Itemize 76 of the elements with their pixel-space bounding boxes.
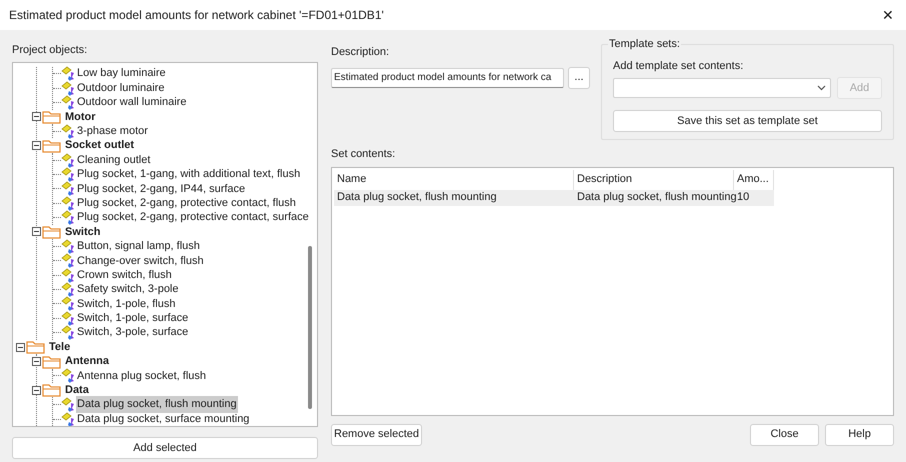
browse-button[interactable]: ... <box>568 66 590 88</box>
description-field[interactable]: Estimated product model amounts for network ca <box>331 68 564 88</box>
tree-item[interactable]: Switch, 1-pole, flush <box>76 296 176 312</box>
tree-item[interactable]: Outdoor luminaire <box>76 80 166 96</box>
tree-folder[interactable]: Tele <box>47 338 70 356</box>
table-row[interactable]: Data plug socket, flush mounting Data plug socket, flush mounting10 <box>334 190 774 206</box>
table-cell-text: Data plug socket, flush mounting <box>576 190 734 206</box>
remove-selected-button[interactable]: Remove selected <box>331 424 422 446</box>
folder-icon <box>42 354 62 368</box>
product-icon <box>61 282 76 298</box>
product-icon <box>61 412 76 426</box>
product-icon <box>61 253 76 268</box>
tree-folder[interactable]: Data <box>63 382 89 399</box>
folder-icon <box>42 224 62 239</box>
product-icon <box>61 296 76 312</box>
group-title: Template sets: <box>608 37 681 52</box>
tree-item[interactable]: Switch, 1-pole, surface <box>76 310 190 327</box>
dialog-button[interactable]: Help <box>825 424 894 446</box>
collapse-toggle[interactable] <box>32 386 41 395</box>
tree-item[interactable]: Safety switch, 3-pole <box>76 281 180 298</box>
table-cell-text: 10 <box>736 190 750 206</box>
product-icon <box>61 210 76 226</box>
tree-item[interactable]: Crown switch, flush <box>76 266 173 284</box>
collapse-toggle[interactable] <box>32 357 41 366</box>
field-label: Description: <box>331 45 390 60</box>
tree-folder[interactable]: Motor <box>63 108 96 126</box>
tree-folder[interactable]: Switch <box>63 224 100 240</box>
tree-item[interactable]: 3-phase motor <box>76 123 149 140</box>
product-icon <box>61 268 76 283</box>
tree-item[interactable]: Change-over switch, flush <box>76 252 205 270</box>
tree-item[interactable]: Button, signal lamp, flush <box>76 238 201 255</box>
product-icon <box>61 80 76 96</box>
tree-item[interactable]: Cleaning outlet <box>76 152 152 168</box>
collapse-toggle[interactable] <box>32 112 41 122</box>
folder-icon <box>26 340 46 354</box>
product-icon <box>61 94 76 110</box>
folder-icon <box>42 383 62 398</box>
tree-item[interactable]: Plug socket, 1-gang, with additional text, flush <box>76 166 302 183</box>
tree-item[interactable]: Plug socket, 2-gang, protective contact, flush <box>76 194 297 212</box>
collapse-toggle[interactable] <box>32 141 41 150</box>
folder-icon <box>42 138 62 153</box>
product-icon <box>61 181 76 196</box>
table-cell-text: Data plug socket, flush mounting <box>336 190 498 206</box>
tree-item[interactable]: Data plug socket, flush mounting <box>76 396 238 413</box>
window-title: Estimated product model amounts for network cabinet '=FD01+01DB1' <box>9 7 384 24</box>
tree-folder[interactable]: Socket outlet <box>63 137 134 154</box>
section-label: Project objects: <box>12 43 88 58</box>
save-template-button[interactable]: Save this set as template set <box>613 110 882 132</box>
add-selected-button[interactable]: Add selected <box>12 437 318 460</box>
tree-item[interactable]: Outdoor wall luminaire <box>76 94 188 111</box>
collapse-toggle[interactable] <box>32 227 41 236</box>
section-label: Set contents: <box>331 147 396 162</box>
tree-item[interactable]: Antenna plug socket, flush <box>76 368 208 384</box>
scrollbar-thumb[interactable] <box>308 246 312 408</box>
tree-item[interactable]: Plug socket, 2-gang, IP44, surface <box>76 180 246 198</box>
close-button[interactable]: ✕ <box>882 8 894 22</box>
tree-item[interactable]: Plug socket, 2-gang, protective contact, surface <box>76 209 310 226</box>
tree-item[interactable]: Low bay luminaire <box>76 65 167 82</box>
product-icon <box>61 196 76 211</box>
tree-folder[interactable]: Antenna <box>63 353 109 370</box>
tree-item[interactable]: Switch, 3-pole, surface <box>76 324 190 341</box>
product-icon <box>61 66 76 82</box>
product-icon <box>61 166 76 182</box>
chevron-down-icon <box>817 85 826 91</box>
product-icon <box>61 310 76 326</box>
collapse-toggle[interactable] <box>16 342 25 352</box>
product-icon <box>61 397 76 412</box>
field-label: Add template set contents: <box>613 58 744 74</box>
product-icon <box>61 368 76 384</box>
dialog-button[interactable]: Close <box>750 424 819 446</box>
product-icon <box>61 325 76 340</box>
product-icon <box>61 238 76 254</box>
folder-icon <box>42 110 62 124</box>
tree-item[interactable]: Data plug socket, surface mounting <box>76 410 250 426</box>
product-icon <box>61 124 76 139</box>
product-icon <box>61 152 76 168</box>
